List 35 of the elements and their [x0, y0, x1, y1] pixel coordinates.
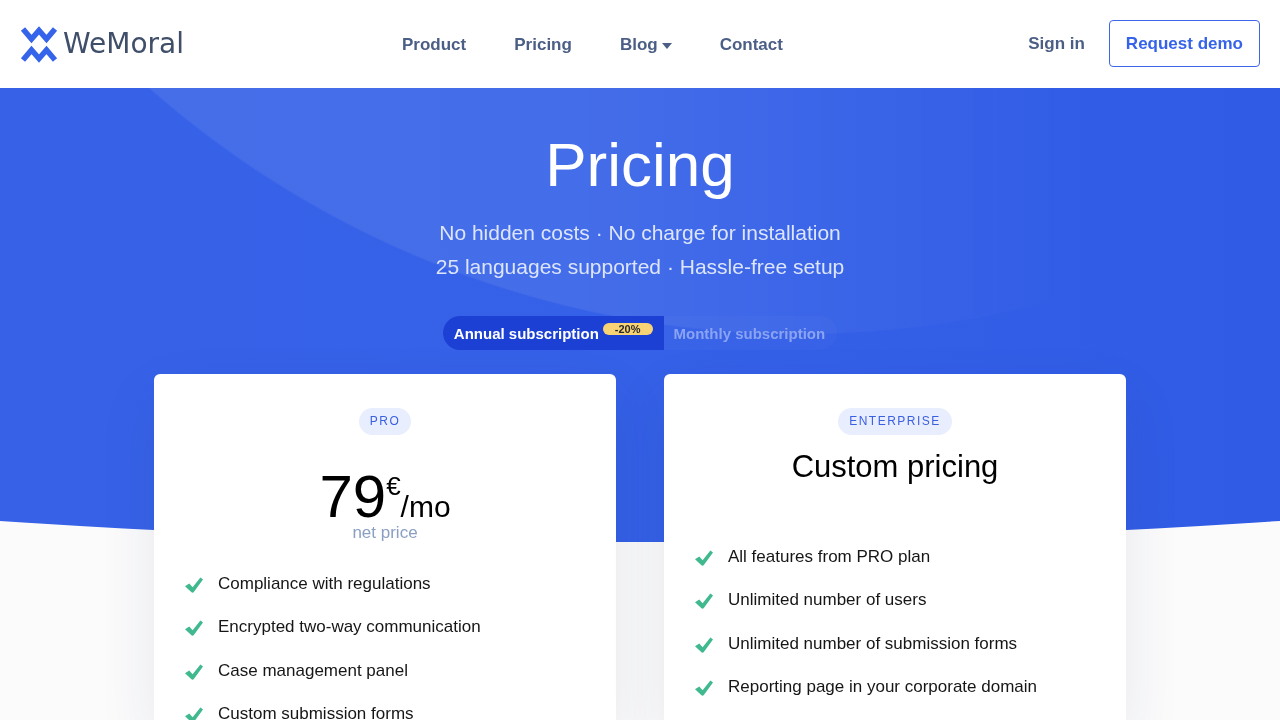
plan-badge: PRO	[358, 408, 412, 435]
check-icon	[695, 549, 713, 566]
feature-text: Case management panel	[218, 660, 408, 681]
check-icon	[185, 576, 203, 593]
plan-badge: ENTERPRISE	[838, 408, 952, 435]
feature-text: Unlimited number of users	[728, 590, 927, 611]
nav-link[interactable]: Product	[402, 35, 467, 55]
hero-subtitle: 25 languages supported · Hassle-free setup	[435, 254, 845, 280]
check-icon	[695, 680, 713, 697]
feature-text: Compliance with regulations	[218, 573, 431, 594]
feature-text: Reporting page in your corporate domain	[728, 677, 1038, 698]
check-icon	[185, 663, 203, 680]
nav-dropdown-link[interactable]: Blog	[619, 35, 672, 55]
nav-link[interactable]: Pricing	[514, 35, 572, 55]
check-icon	[185, 707, 203, 720]
nav-link[interactable]: Contact	[719, 35, 783, 55]
feature-text: Encrypted two-way communication	[218, 617, 481, 638]
currency-symbol: €	[386, 471, 401, 501]
caret-icon	[661, 42, 672, 49]
request-demo-button[interactable]: Request demo	[1108, 20, 1260, 67]
hero-subtitle: No hidden costs · No charge for installation	[439, 220, 841, 246]
check-icon	[185, 620, 203, 637]
plan-price-heading: Custom pricing	[791, 448, 999, 486]
feature-text: Custom submission forms	[218, 704, 414, 720]
check-icon	[695, 593, 713, 610]
feature-text: Unlimited number of submission forms	[728, 633, 1018, 654]
feature-text: All features from PRO plan	[728, 546, 931, 567]
logo-link[interactable]: WeMoral	[20, 24, 184, 63]
check-icon	[695, 636, 713, 653]
billing-tab[interactable]: Annual subscription -20%	[442, 316, 664, 350]
page-title: Pricing	[545, 129, 735, 201]
price-period: /mo	[400, 490, 451, 523]
sign-in-link[interactable]: Sign in	[1028, 33, 1085, 54]
zigzag-logo-icon	[20, 24, 58, 63]
discount-badge: -20%	[602, 323, 653, 335]
